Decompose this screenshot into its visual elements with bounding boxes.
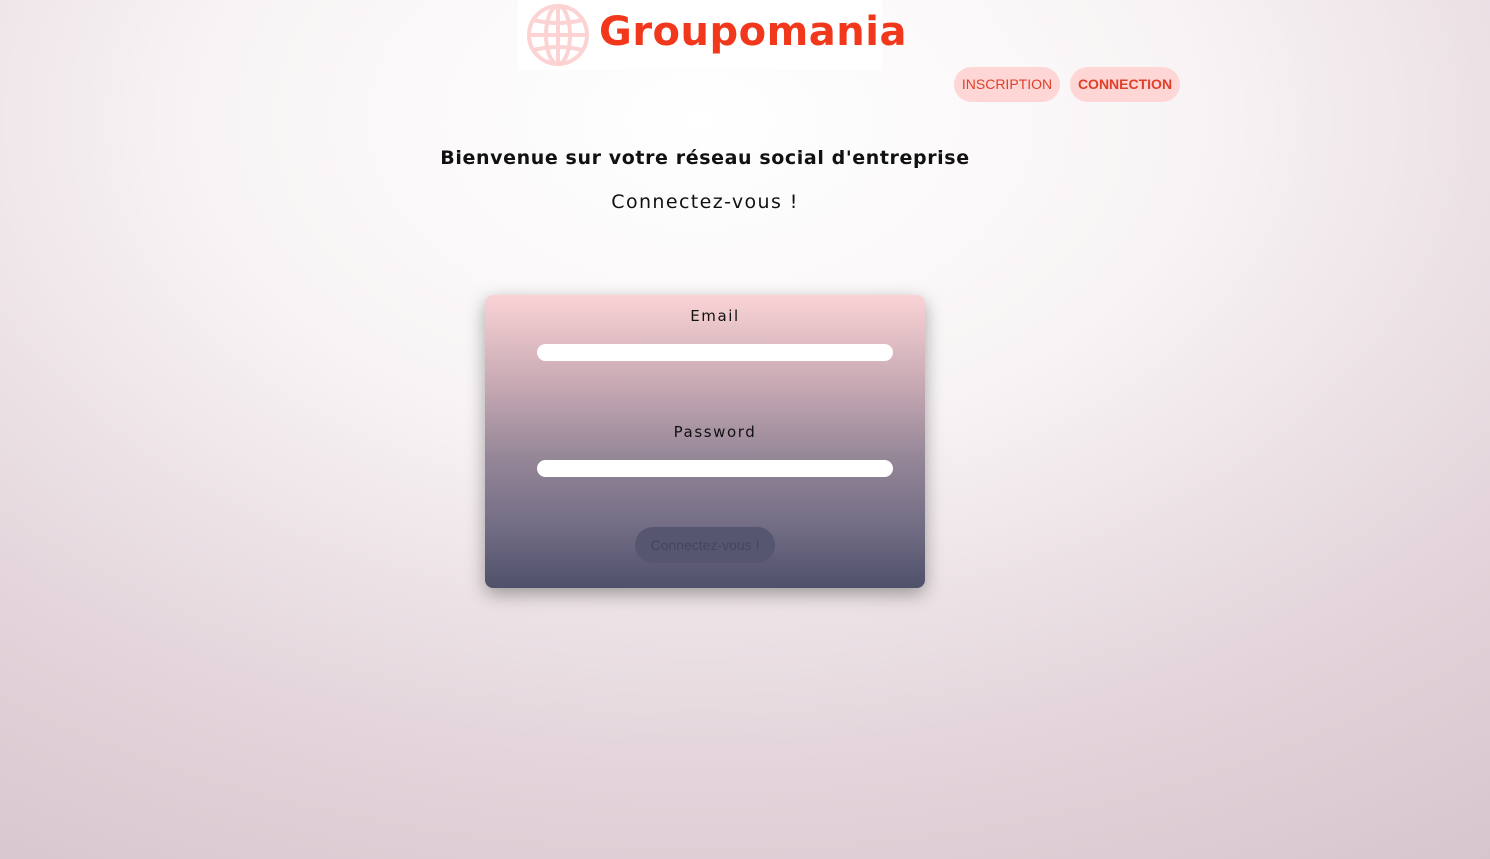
login-submit-button[interactable]: Connectez-vous ! (635, 527, 775, 563)
password-field[interactable] (537, 460, 893, 477)
login-form: Email Password Connectez-vous ! (485, 295, 925, 588)
page-subtitle: Connectez-vous ! (611, 191, 799, 213)
email-field[interactable] (537, 344, 893, 361)
inscription-button[interactable]: INSCRIPTION (954, 67, 1060, 102)
welcome-heading: Bienvenue sur votre réseau social d'entr… (440, 147, 970, 169)
email-label: Email (690, 307, 740, 325)
brand-logo[interactable]: Groupomania (518, 0, 906, 70)
brand-name: Groupomania (599, 9, 907, 55)
password-label: Password (673, 423, 757, 441)
connection-button[interactable]: CONNECTION (1070, 67, 1180, 102)
globe-icon (527, 4, 589, 66)
